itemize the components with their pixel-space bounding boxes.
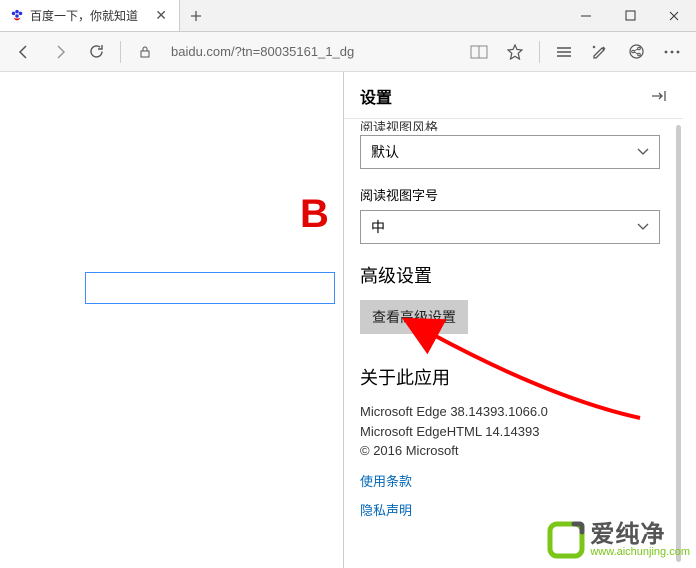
share-icon[interactable] bbox=[620, 36, 652, 68]
panel-scrollbar[interactable] bbox=[676, 125, 681, 562]
baidu-favicon-icon bbox=[10, 9, 24, 23]
watermark-cn: 爱纯净 bbox=[590, 523, 690, 547]
view-advanced-settings-button[interactable]: 查看高级设置 bbox=[360, 300, 468, 334]
window-controls bbox=[564, 0, 696, 31]
reading-style-select[interactable]: 默认 bbox=[360, 135, 660, 169]
settings-body: 阅读视图风格 默认 阅读视图字号 中 高级设置 查看高级设置 关于此应用 Mic… bbox=[344, 118, 683, 568]
lock-icon[interactable] bbox=[129, 36, 161, 68]
address-bar[interactable]: baidu.com/?tn=80035161_1_dg bbox=[165, 44, 459, 59]
watermark-logo-icon bbox=[544, 518, 588, 562]
terms-link[interactable]: 使用条款 bbox=[360, 471, 667, 490]
minimize-button[interactable] bbox=[564, 0, 608, 31]
privacy-link[interactable]: 隐私声明 bbox=[360, 500, 667, 519]
hub-icon[interactable] bbox=[548, 36, 580, 68]
new-tab-button[interactable] bbox=[180, 0, 212, 31]
toolbar-separator bbox=[120, 41, 121, 63]
baidu-search-input[interactable] bbox=[85, 272, 335, 304]
about-line-engine: Microsoft EdgeHTML 14.14393 bbox=[360, 422, 667, 442]
advanced-settings-title: 高级设置 bbox=[360, 262, 667, 288]
about-app-info: Microsoft Edge 38.14393.1066.0 Microsoft… bbox=[360, 402, 667, 461]
about-app-title: 关于此应用 bbox=[360, 364, 667, 390]
watermark: 爱纯净 www.aichunjing.com bbox=[544, 518, 690, 562]
reading-font-select[interactable]: 中 bbox=[360, 210, 660, 244]
baidu-logo-fragment: B bbox=[300, 192, 329, 237]
settings-header: 设置 bbox=[344, 72, 683, 118]
more-icon[interactable] bbox=[656, 36, 688, 68]
refresh-button[interactable] bbox=[80, 36, 112, 68]
about-line-version: Microsoft Edge 38.14393.1066.0 bbox=[360, 402, 667, 422]
web-notes-icon[interactable] bbox=[584, 36, 616, 68]
reading-view-icon[interactable] bbox=[463, 36, 495, 68]
reading-style-value: 默认 bbox=[371, 142, 399, 162]
window-titlebar: 百度一下，你就知道 ✕ bbox=[0, 0, 696, 32]
watermark-en: www.aichunjing.com bbox=[590, 547, 690, 558]
reading-style-label: 阅读视图风格 bbox=[360, 118, 667, 131]
pin-icon[interactable] bbox=[651, 89, 667, 103]
forward-button[interactable] bbox=[44, 36, 76, 68]
back-button[interactable] bbox=[8, 36, 40, 68]
settings-panel: 设置 阅读视图风格 默认 阅读视图字号 中 高级设置 查看高级设置 关于此应用 … bbox=[343, 72, 683, 568]
tab-close-icon[interactable]: ✕ bbox=[153, 7, 169, 24]
tab-title: 百度一下，你就知道 bbox=[30, 7, 147, 24]
chevron-down-icon bbox=[637, 148, 649, 156]
close-window-button[interactable] bbox=[652, 0, 696, 31]
chevron-down-icon bbox=[637, 223, 649, 231]
reading-font-value: 中 bbox=[371, 217, 385, 237]
about-line-copyright: © 2016 Microsoft bbox=[360, 441, 667, 461]
reading-font-label: 阅读视图字号 bbox=[360, 185, 667, 204]
settings-title: 设置 bbox=[360, 84, 392, 108]
maximize-button[interactable] bbox=[608, 0, 652, 31]
browser-tab[interactable]: 百度一下，你就知道 ✕ bbox=[0, 0, 180, 31]
browser-toolbar: baidu.com/?tn=80035161_1_dg bbox=[0, 32, 696, 72]
favorites-icon[interactable] bbox=[499, 36, 531, 68]
toolbar-separator-2 bbox=[539, 41, 540, 63]
